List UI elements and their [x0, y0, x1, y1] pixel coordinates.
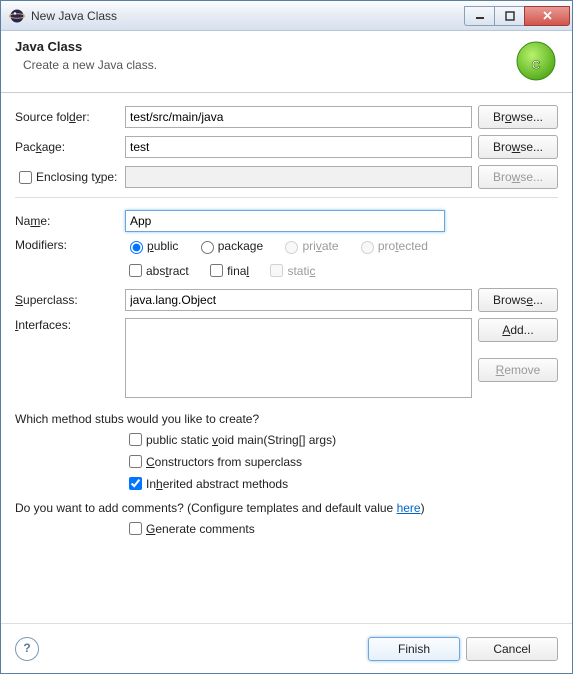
package-label: Package:: [15, 140, 125, 154]
source-folder-label: Source folder:: [15, 110, 125, 124]
interfaces-list[interactable]: [125, 318, 472, 398]
stubs-question: Which method stubs would you like to cre…: [15, 412, 558, 426]
finish-button[interactable]: Finish: [368, 637, 460, 661]
generate-comments-check[interactable]: Generate comments: [125, 519, 255, 538]
modifiers-label: Modifiers:: [15, 238, 125, 252]
footer: ? Finish Cancel: [1, 623, 572, 673]
browse-source-button[interactable]: Browse...: [478, 105, 558, 129]
source-folder-input[interactable]: [125, 106, 472, 128]
banner-subtitle: Create a new Java class.: [23, 58, 558, 72]
separator: [15, 197, 558, 198]
titlebar[interactable]: New Java Class: [1, 1, 572, 31]
interfaces-label: Interfaces:: [15, 318, 125, 332]
modifier-abstract-check[interactable]: abstract: [125, 261, 189, 280]
enclosing-type-label: Enclosing type:: [15, 168, 125, 187]
name-input[interactable]: [125, 210, 445, 232]
browse-enclosing-button: Browse...: [478, 165, 558, 189]
modifier-final-check[interactable]: final: [206, 261, 249, 280]
banner-heading: Java Class: [15, 39, 558, 54]
name-label: Name:: [15, 214, 125, 228]
modifier-package-radio[interactable]: package: [196, 238, 263, 254]
maximize-button[interactable]: [494, 6, 524, 26]
add-interface-button[interactable]: Add...: [478, 318, 558, 342]
help-button[interactable]: ?: [15, 637, 39, 661]
modifier-static-check: static: [266, 261, 315, 280]
window-title: New Java Class: [31, 9, 464, 23]
content-area: Source folder: Browse... Package: Browse…: [1, 93, 572, 623]
superclass-label: Superclass:: [15, 293, 125, 307]
remove-interface-button: Remove: [478, 358, 558, 382]
enclosing-type-input: [125, 166, 472, 188]
enclosing-type-checkbox[interactable]: [19, 171, 32, 184]
modifier-public-radio[interactable]: public: [125, 238, 178, 254]
comments-question: Do you want to add comments? (Configure …: [15, 501, 558, 515]
window-buttons: [464, 6, 570, 26]
browse-superclass-button[interactable]: Browse...: [478, 288, 558, 312]
modifier-private-radio: private: [280, 238, 338, 254]
package-input[interactable]: [125, 136, 472, 158]
banner: Java Class Create a new Java class. C: [1, 31, 572, 93]
class-badge-icon: C: [514, 39, 558, 83]
stub-constructors-check[interactable]: Constructors from superclass: [125, 452, 544, 471]
eclipse-icon: [9, 8, 25, 24]
dialog-window: New Java Class Java Class Create a new J…: [0, 0, 573, 674]
svg-text:C: C: [532, 58, 541, 72]
browse-package-button[interactable]: Browse...: [478, 135, 558, 159]
cancel-button[interactable]: Cancel: [466, 637, 558, 661]
close-button[interactable]: [524, 6, 570, 26]
stub-inherited-check[interactable]: Inherited abstract methods: [125, 474, 544, 493]
minimize-button[interactable]: [464, 6, 494, 26]
modifier-protected-radio: protected: [356, 238, 428, 254]
superclass-input[interactable]: [125, 289, 472, 311]
stub-main-check[interactable]: public static void main(String[] args): [125, 430, 544, 449]
configure-templates-link[interactable]: here: [397, 501, 421, 515]
